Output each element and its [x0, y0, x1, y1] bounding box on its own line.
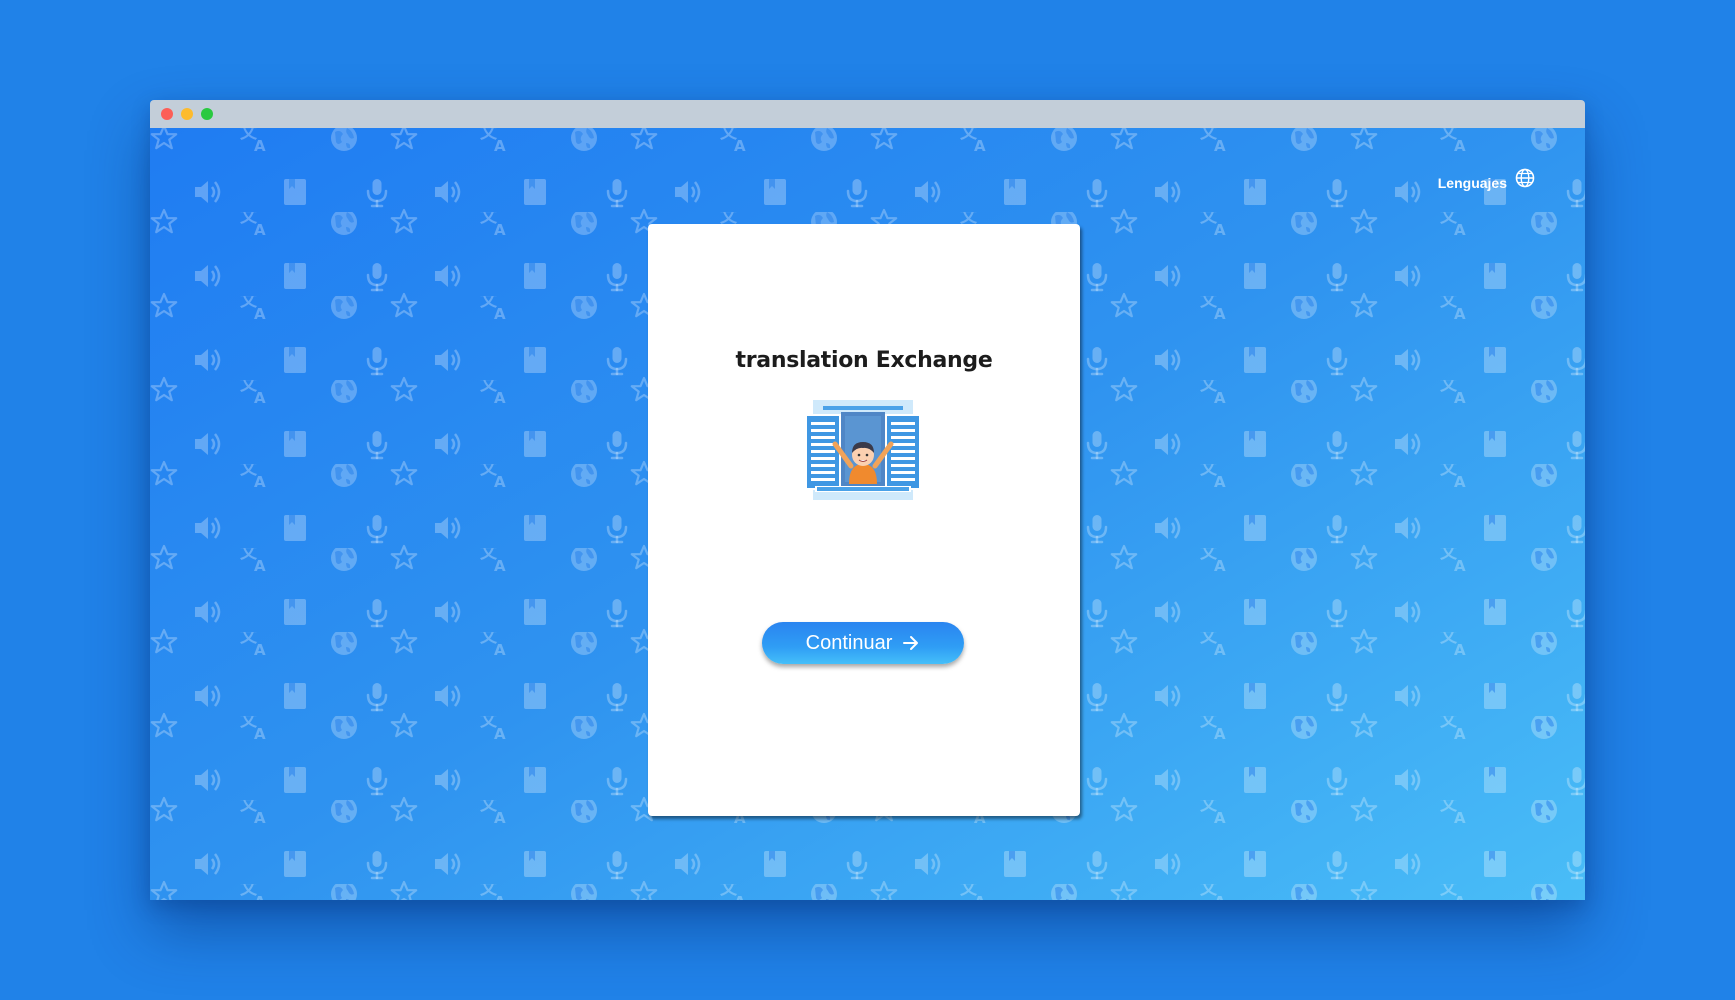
- window-person-illustration: [805, 400, 921, 500]
- browser-window: 文 A: [150, 100, 1585, 900]
- window-titlebar: [150, 100, 1585, 128]
- welcome-card: translation Exchange Continuar: [648, 224, 1080, 816]
- page-viewport: 文 A: [150, 128, 1585, 900]
- arrow-right-icon: [902, 635, 920, 651]
- globe-icon: [1515, 168, 1535, 191]
- language-label: Lenguajes: [1437, 174, 1507, 191]
- close-window-button[interactable]: [161, 108, 173, 120]
- zoom-window-button[interactable]: [201, 108, 213, 120]
- app-title: translation Exchange: [735, 348, 993, 373]
- continue-label: Continuar: [805, 631, 893, 654]
- continue-button[interactable]: Continuar: [762, 622, 964, 664]
- minimize-window-button[interactable]: [181, 108, 193, 120]
- language-switcher[interactable]: Lenguajes: [1438, 168, 1535, 191]
